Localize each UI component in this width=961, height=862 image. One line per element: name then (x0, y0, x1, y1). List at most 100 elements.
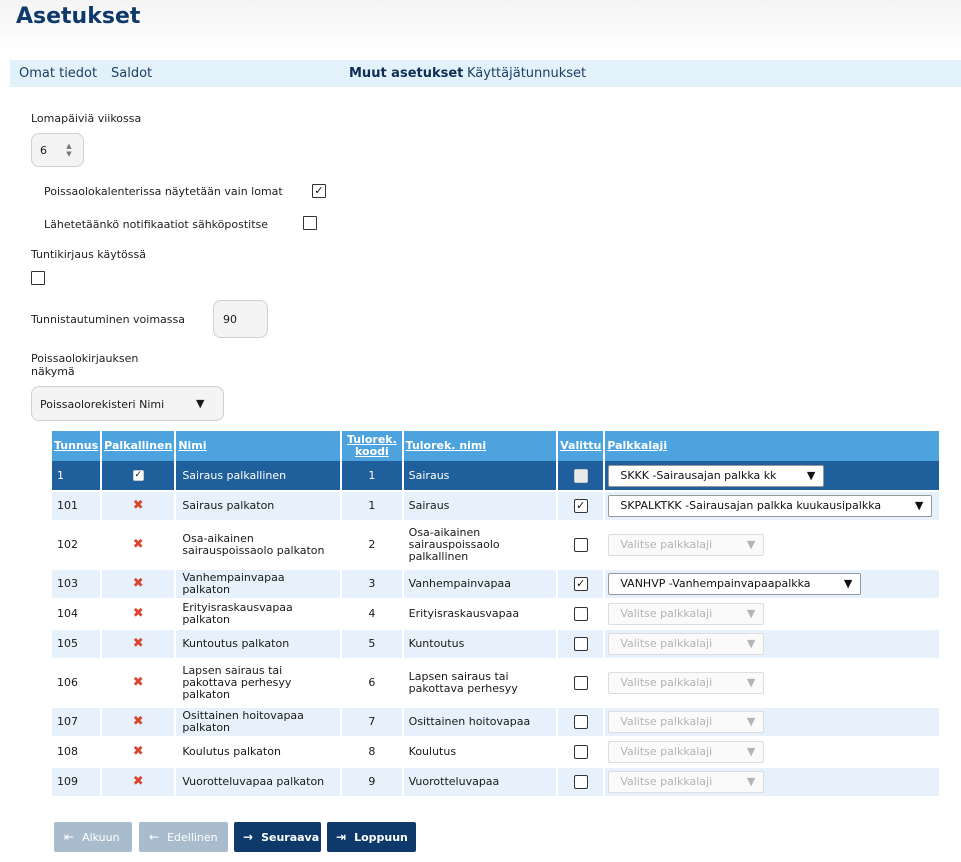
pay-type-placeholder: Valitse palkkalaji (620, 676, 713, 689)
only-vacations-checkbox[interactable]: ✓ (312, 184, 326, 198)
cell-tunnus: 101 (52, 491, 103, 521)
cell-palkkalaji: SKKK -Sairausajan palkka kk ▼ (604, 461, 941, 491)
cross-icon: ✖ (132, 774, 144, 789)
pay-type-placeholder: Valitse palkkalaji (620, 745, 713, 758)
cell-palkallinen: ✖ (101, 659, 177, 707)
pay-type-select: Valitse palkkalaji ▼ (608, 711, 765, 733)
nav-kayttajatunnukset[interactable]: Käyttäjätunnukset (467, 66, 586, 81)
cell-tunnus: 103 (52, 569, 103, 599)
col-header-tulorek-koodi[interactable]: Tulorek. koodi (341, 431, 404, 461)
caret-down-icon: ▼ (196, 397, 205, 410)
cell-valittu (557, 659, 606, 707)
table-row[interactable]: 108 ✖ Koulutus palkaton 8 Koulutus Valitse pa… (52, 737, 941, 767)
vacation-days-value: 6 (40, 144, 47, 157)
pay-type-select[interactable]: VANHVP -Vanhempainvapaapalkka ▼ (608, 573, 862, 595)
selected-checkbox[interactable] (573, 745, 588, 759)
col-header-palkallinen[interactable]: Palkallinen (101, 431, 177, 461)
cell-valittu: ✓ (557, 569, 606, 599)
cell-tulorek-nimi: Sairaus (402, 491, 559, 521)
pay-type-select[interactable]: SKPALKTKK -Sairausajan palkka kuukausipa… (608, 495, 933, 517)
hour-logging-checkbox[interactable] (31, 271, 45, 285)
last-page-icon: ⇥ (336, 830, 347, 844)
notify-email-label: Lähetetäänkö notifikaatiot sähköpostitse (44, 218, 269, 231)
pay-type-placeholder: Valitse palkkalaji (620, 775, 713, 788)
caret-down-icon: ▼ (806, 468, 816, 482)
cell-tulorek-nimi: Vuorotteluvapaa (402, 767, 559, 797)
pay-type-select[interactable]: SKKK -Sairausajan palkka kk ▼ (608, 464, 825, 487)
pager-prev-button[interactable]: ← Edellinen (139, 822, 228, 852)
caret-down-icon: ▼ (843, 577, 853, 590)
selected-checkbox[interactable]: ✓ (573, 499, 588, 513)
cross-icon: ✖ (132, 606, 144, 621)
selected-checkbox[interactable] (573, 607, 588, 621)
pager-first-button[interactable]: ⇤ Alkuun (54, 822, 132, 852)
cell-valittu (557, 707, 606, 737)
cell-palkkalaji: Valitse palkkalaji ▼ (604, 707, 941, 737)
notify-email-checkbox[interactable] (303, 216, 317, 230)
pay-type-value: VANHVP -Vanhempainvapaapalkka (620, 577, 811, 590)
cell-tulorek-nimi: Lapsen sairaus tai pakottava perhesyy (402, 659, 559, 707)
cell-palkallinen: ✓ (101, 461, 177, 491)
cell-tunnus: 102 (52, 521, 103, 569)
caret-down-icon: ▼ (746, 745, 756, 758)
cell-palkallinen: ✖ (101, 521, 177, 569)
auth-valid-input[interactable]: 90 (213, 300, 268, 338)
cell-nimi: Vanhempainvapaa palkaton (175, 569, 343, 599)
cell-palkkalaji: SKPALKTKK -Sairausajan palkka kuukausipa… (604, 491, 941, 521)
settings-nav: Omat tiedot Saldot Muut asetukset Käyttä… (10, 60, 961, 87)
absence-view-select[interactable]: Poissaolorekisteri Nimi ▼ (31, 386, 224, 421)
table-row[interactable]: 106 ✖ Lapsen sairaus tai pakottava perhesy… (52, 659, 941, 707)
selected-checkbox[interactable] (573, 637, 588, 651)
check-icon: ✓ (132, 470, 144, 481)
cell-tulorek-nimi: Osittainen hoitovapaa (402, 707, 559, 737)
col-header-nimi[interactable]: Nimi (175, 431, 343, 461)
cell-tulorek-nimi: Sairaus (402, 461, 559, 491)
pay-type-select: Valitse palkkalaji ▼ (608, 741, 765, 763)
vacation-days-stepper[interactable]: 6 ▲ ▼ (31, 133, 84, 167)
pay-type-placeholder: Valitse palkkalaji (620, 715, 713, 728)
selected-checkbox[interactable] (573, 775, 588, 789)
nav-muut-asetukset[interactable]: Muut asetukset (349, 66, 463, 81)
selected-checkbox[interactable] (573, 468, 588, 483)
nav-saldot[interactable]: Saldot (111, 66, 152, 81)
selected-checkbox[interactable] (573, 715, 588, 729)
table-row[interactable]: 1 ✓ Sairaus palkallinen 1 Sairaus SKKK -Saira… (52, 461, 941, 491)
table-row[interactable]: 102 ✖ Osa-aikainen sairauspoissaolo palkat… (52, 521, 941, 569)
cell-tulorek-koodi: 6 (341, 659, 404, 707)
col-header-valittu[interactable]: Valittu (557, 431, 606, 461)
pay-type-placeholder: Valitse palkkalaji (620, 637, 713, 650)
col-header-tulorek-nimi[interactable]: Tulorek. nimi (402, 431, 559, 461)
table-row[interactable]: 104 ✖ Erityisraskausvapaa palkaton 4 Erityis… (52, 599, 941, 629)
col-header-palkkalaji[interactable]: Palkkalaji (604, 431, 941, 461)
caret-down-icon: ▼ (746, 676, 756, 689)
cell-tulorek-nimi: Koulutus (402, 737, 559, 767)
caret-down-icon: ▼ (914, 499, 924, 512)
auth-valid-label: Tunnistautuminen voimassa (31, 313, 185, 326)
selected-checkbox[interactable]: ✓ (573, 577, 588, 591)
selected-checkbox[interactable] (573, 538, 588, 552)
vacation-days-label: Lomapäiviä viikossa (31, 112, 142, 125)
caret-down-icon: ▼ (746, 715, 756, 728)
pager-next-button[interactable]: → Seuraava (234, 822, 321, 852)
col-header-tunnus[interactable]: Tunnus (52, 431, 103, 461)
cell-tulorek-koodi: 4 (341, 599, 404, 629)
table-row[interactable]: 109 ✖ Vuorotteluvapaa palkaton 9 Vuorotteluv… (52, 767, 941, 797)
pay-type-select: Valitse palkkalaji ▼ (608, 771, 765, 793)
cell-tunnus: 109 (52, 767, 103, 797)
table-header-row: Tunnus Palkallinen Nimi Tulorek. koodi Tu… (52, 431, 941, 461)
table-row[interactable]: 105 ✖ Kuntoutus palkaton 5 Kuntoutus Valitse … (52, 629, 941, 659)
absence-view-label-line2: näkymä (31, 365, 75, 378)
selected-checkbox[interactable] (573, 676, 588, 690)
absence-view-value: Poissaolorekisteri Nimi (40, 398, 165, 411)
cell-palkallinen: ✖ (101, 737, 177, 767)
table-row[interactable]: 107 ✖ Osittainen hoitovapaa palkaton 7 Ositt… (52, 707, 941, 737)
stepper-arrows-icon[interactable]: ▲ ▼ (64, 142, 74, 158)
pager-last-button[interactable]: ⇥ Loppuun (327, 822, 416, 852)
pager-next-label: Seuraava (261, 831, 320, 844)
cell-tulorek-koodi: 5 (341, 629, 404, 659)
table-row[interactable]: 101 ✖ Sairaus palkaton 1 Sairaus ✓ SKPALKTKK -… (52, 491, 941, 521)
cell-tulorek-koodi: 3 (341, 569, 404, 599)
table-row[interactable]: 103 ✖ Vanhempainvapaa palkaton 3 Vanhempainv… (52, 569, 941, 599)
nav-omat-tiedot[interactable]: Omat tiedot (19, 66, 97, 81)
cell-valittu (557, 737, 606, 767)
